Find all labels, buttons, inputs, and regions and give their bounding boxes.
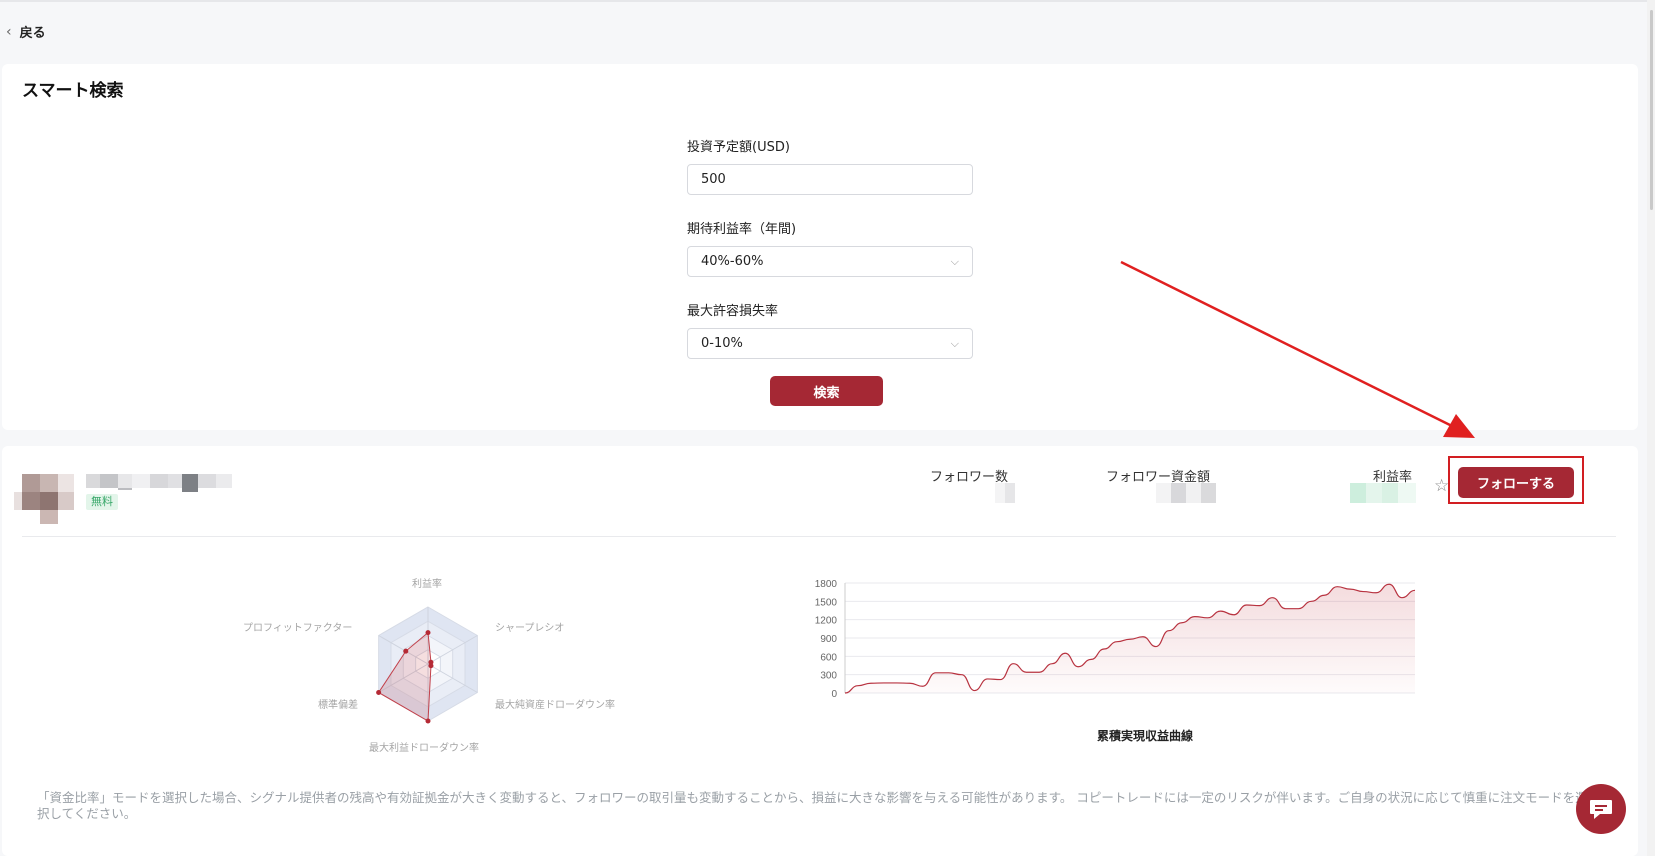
- chat-button[interactable]: [1576, 784, 1626, 834]
- y-tick-label: 0: [831, 689, 837, 700]
- y-tick-label: 1800: [815, 579, 838, 590]
- risk-disclaimer: 「資金比率」モードを選択した場合、シグナル提供者の残高や有効証拠金が大きく変動す…: [37, 790, 1588, 821]
- chevron-down-icon: ⌵: [950, 336, 959, 350]
- radar-axis-label: 最大利益ドローダウン率: [369, 743, 479, 754]
- y-tick-label: 900: [820, 634, 837, 645]
- chevron-left-icon: ‹: [6, 23, 12, 40]
- search-form: 投資予定額(USD) 500 期待利益率（年間) 40%-60% ⌵ 最大許容損…: [687, 140, 975, 386]
- investment-amount-input[interactable]: 500: [687, 164, 973, 195]
- section-divider: [22, 536, 1616, 537]
- y-tick-label: 600: [820, 652, 837, 663]
- expected-return-label: 期待利益率（年間): [687, 222, 797, 237]
- investment-amount-label: 投資予定額(USD): [687, 140, 790, 155]
- followers-count-value-mosaic: [995, 483, 1015, 503]
- max-loss-value: 0-10%: [701, 336, 743, 351]
- chart-title: 累積実現収益曲線: [1097, 729, 1194, 743]
- top-border: [0, 0, 1655, 2]
- max-loss-label: 最大許容損失率: [687, 304, 779, 319]
- free-badge: 無料: [86, 494, 118, 510]
- radar-chart: [376, 606, 478, 724]
- radar-point: [403, 648, 409, 654]
- expected-return-value: 40%-60%: [701, 254, 764, 269]
- radar-point: [425, 630, 431, 636]
- chat-bubble-icon: [1590, 800, 1612, 819]
- radar-axis-label: 最大純資産ドローダウン率: [495, 700, 615, 711]
- back-link[interactable]: ‹ 戻る: [6, 22, 46, 42]
- profit-rate-value-mosaic: [1350, 483, 1416, 503]
- chevron-down-icon: ⌵: [950, 254, 959, 268]
- radar-axis-label: プロフィットファクター: [243, 623, 353, 634]
- investment-amount-value: 500: [701, 172, 726, 187]
- radar-axis-label: シャープレシオ: [495, 623, 565, 634]
- star-outline-icon[interactable]: ☆: [1434, 476, 1449, 496]
- radar-point: [428, 663, 434, 669]
- radar-point: [425, 718, 431, 724]
- expected-return-select[interactable]: 40%-60% ⌵: [687, 246, 973, 277]
- page-title: スマート検索: [22, 81, 124, 101]
- y-tick-label: 300: [820, 671, 837, 682]
- back-label: 戻る: [19, 26, 46, 41]
- follower-funds-value-mosaic: [1156, 483, 1216, 503]
- cumulative-profit-chart: 0 300 600 900 1200 1500 1800: [815, 579, 1416, 700]
- radar-axis-label: 利益率: [412, 579, 442, 590]
- max-loss-select[interactable]: 0-10% ⌵: [687, 328, 973, 359]
- search-button[interactable]: 検索: [770, 376, 883, 406]
- radar-axis-label: 標準偏差: [318, 700, 358, 711]
- scrollbar-thumb[interactable]: [1650, 10, 1653, 210]
- follow-button[interactable]: フォローする: [1458, 467, 1574, 498]
- y-tick-label: 1200: [815, 616, 838, 627]
- radar-point: [376, 690, 382, 695]
- y-tick-label: 1500: [815, 597, 838, 608]
